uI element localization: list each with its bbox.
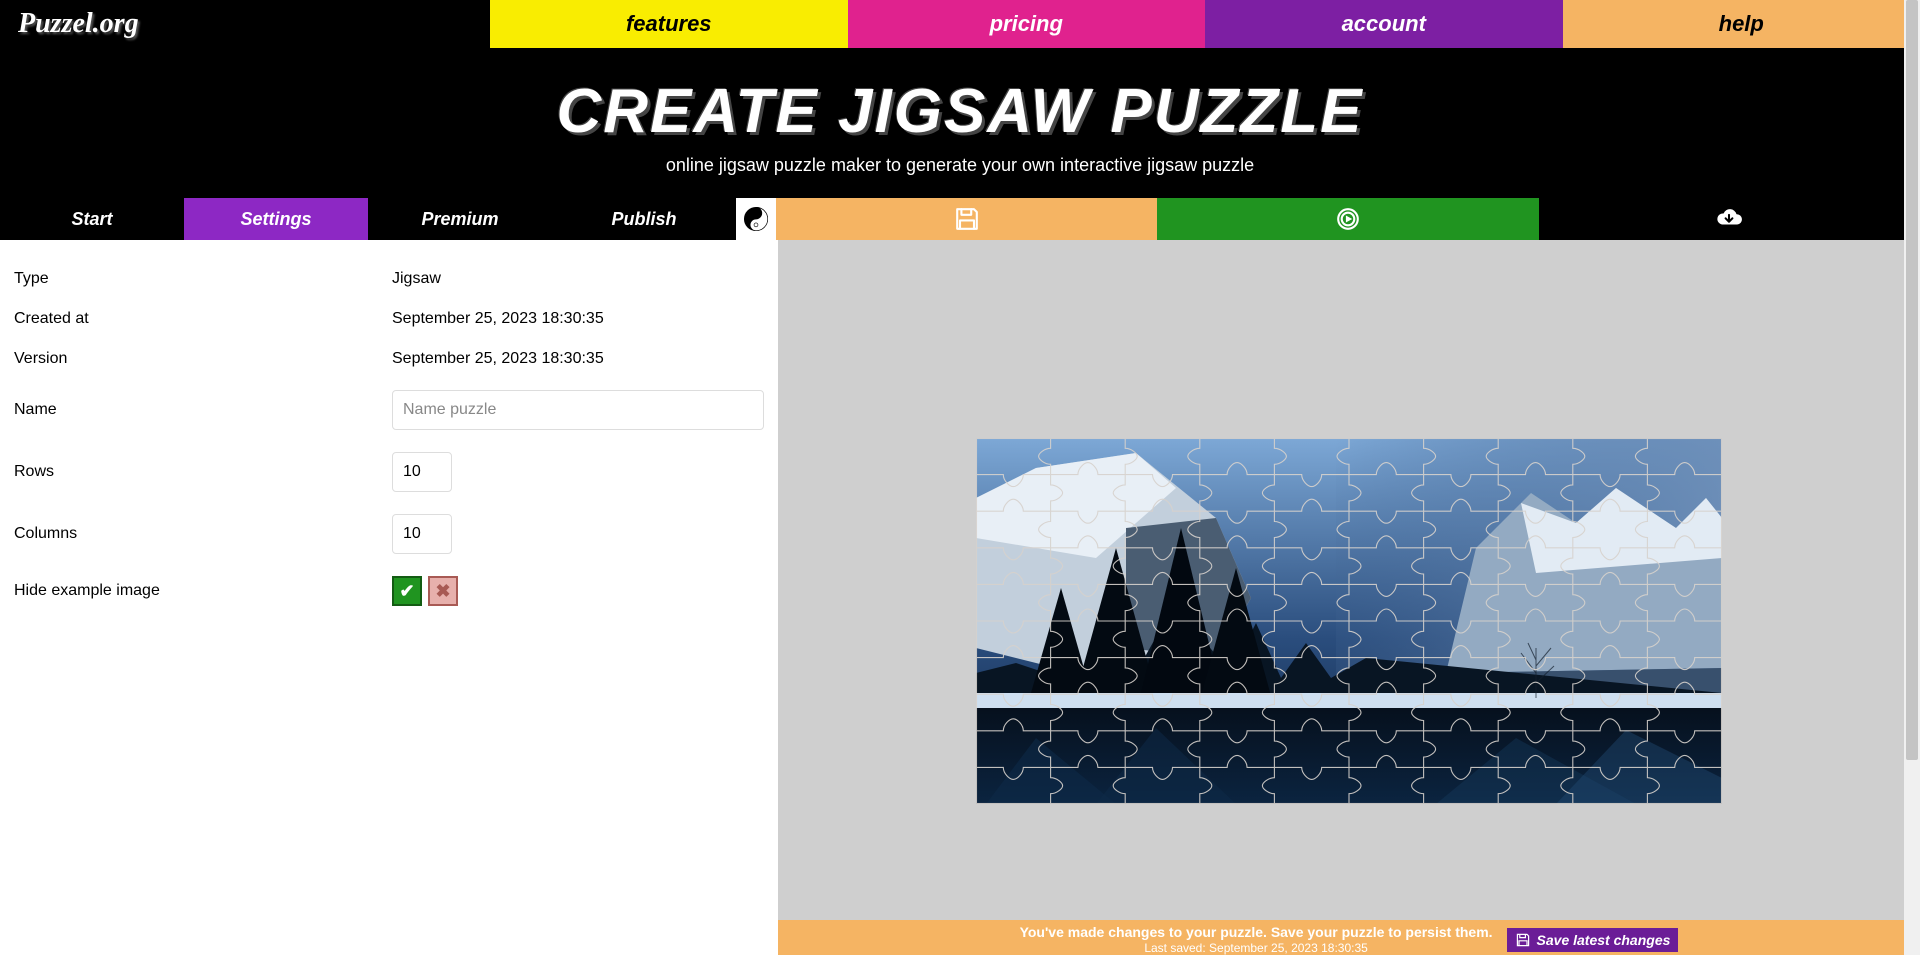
tab-start[interactable]: Start <box>0 198 184 240</box>
play-button[interactable] <box>1157 198 1538 240</box>
columns-input[interactable] <box>392 514 452 554</box>
label-type: Type <box>14 260 390 298</box>
value-created-at: September 25, 2023 18:30:35 <box>392 300 764 338</box>
cloud-download-icon <box>1714 206 1744 232</box>
last-saved: Last saved: September 25, 2023 18:30:35 <box>1020 941 1493 955</box>
label-version: Version <box>14 340 390 378</box>
name-input[interactable] <box>392 390 764 430</box>
save-latest-button[interactable]: Save latest changes <box>1507 928 1679 952</box>
play-icon <box>1334 205 1362 233</box>
save-message: You've made changes to your puzzle. Save… <box>1020 924 1493 941</box>
tab-publish[interactable]: Publish <box>552 198 736 240</box>
floppy-icon <box>1515 932 1531 948</box>
floppy-icon <box>953 205 981 233</box>
save-button-top[interactable] <box>776 198 1157 240</box>
brand-text: Puzzel.org <box>18 8 139 40</box>
nav-features[interactable]: features <box>490 0 848 48</box>
preview-panel: You've made changes to your puzzle. Save… <box>778 240 1920 955</box>
label-created-at: Created at <box>14 300 390 338</box>
cloud-download-button[interactable] <box>1539 198 1920 240</box>
label-columns: Columns <box>14 504 390 564</box>
label-rows: Rows <box>14 442 390 502</box>
tab-premium[interactable]: Premium <box>368 198 552 240</box>
nav-pricing[interactable]: pricing <box>848 0 1206 48</box>
page-subtitle: online jigsaw puzzle maker to generate y… <box>0 155 1920 176</box>
nav-help[interactable]: help <box>1563 0 1920 48</box>
value-type: Jigsaw <box>392 260 764 298</box>
jigsaw-preview <box>976 438 1722 804</box>
brand-logo[interactable]: Puzzel.org <box>0 0 490 48</box>
page-scrollbar[interactable] <box>1904 0 1920 955</box>
hide-example-yes[interactable]: ✔ <box>392 576 422 606</box>
value-version: September 25, 2023 18:30:35 <box>392 340 764 378</box>
yinyang-icon[interactable] <box>736 198 776 240</box>
nav-account[interactable]: account <box>1205 0 1563 48</box>
label-hide-example: Hide example image <box>14 566 390 616</box>
tab-settings[interactable]: Settings <box>184 198 368 240</box>
hide-example-no[interactable]: ✖ <box>428 576 458 606</box>
page-title: CREATE JIGSAW PUZZLE <box>0 76 1920 147</box>
settings-panel: Type Jigsaw Created at September 25, 202… <box>0 240 778 955</box>
rows-input[interactable] <box>392 452 452 492</box>
save-bar: You've made changes to your puzzle. Save… <box>778 920 1920 955</box>
label-name: Name <box>14 380 390 440</box>
